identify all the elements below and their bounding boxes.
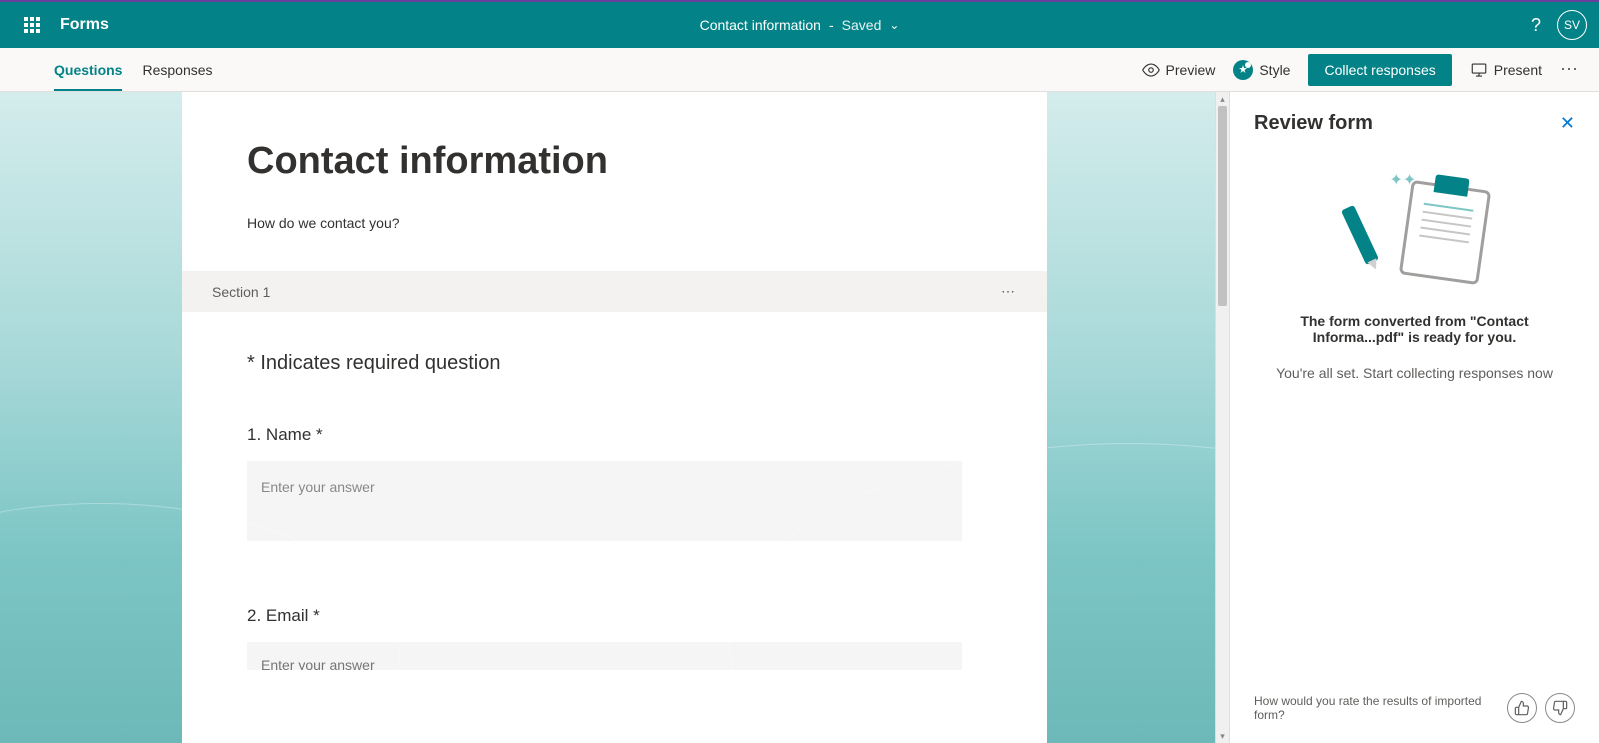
thumbs-up-button[interactable] [1507,693,1537,723]
rate-question: How would you rate the results of import… [1254,694,1499,722]
more-options-icon[interactable]: ⋯ [1560,59,1579,80]
illustration: ✦✦ [1345,175,1485,285]
present-button[interactable]: Present [1470,61,1542,79]
preview-button[interactable]: Preview [1142,61,1216,79]
section-header[interactable]: Section 1 ⋯ [182,271,1047,312]
style-label: Style [1259,62,1290,78]
scroll-thumb[interactable] [1218,106,1227,306]
present-label: Present [1494,62,1542,78]
thumbs-up-icon [1514,700,1530,716]
eye-icon [1142,61,1160,79]
chevron-down-icon[interactable]: ⌄ [889,18,899,32]
section-more-icon[interactable]: ⋯ [1001,283,1017,300]
scrollbar[interactable]: ▴ ▾ [1215,92,1229,743]
form-title-header: Contact information [700,17,821,33]
save-status: Saved [842,17,882,33]
title-bar[interactable]: Contact information - Saved ⌄ [700,17,900,33]
form-canvas: Contact information How do we contact yo… [0,92,1229,743]
collect-responses-button[interactable]: Collect responses [1308,54,1451,86]
thumbs-down-button[interactable] [1545,693,1575,723]
panel-message: The form converted from "Contact Informa… [1254,313,1575,345]
scroll-up-icon[interactable]: ▴ [1216,92,1229,106]
preview-label: Preview [1166,62,1216,78]
section-label: Section 1 [212,284,270,300]
panel-subtext: You're all set. Start collecting respons… [1254,365,1575,381]
brand-name[interactable]: Forms [60,16,109,34]
question-label: 1. Name * [247,425,982,445]
close-icon[interactable]: ✕ [1560,113,1575,134]
form-title[interactable]: Contact information [247,140,982,183]
tab-questions[interactable]: Questions [54,50,122,90]
sub-bar: Questions Responses Preview Style Collec… [0,48,1599,92]
present-icon [1470,61,1488,79]
separator: - [829,17,834,33]
thumbs-down-icon [1552,700,1568,716]
panel-title: Review form [1254,112,1373,135]
avatar[interactable]: SV [1557,10,1587,40]
form-description[interactable]: How do we contact you? [247,215,982,231]
required-note: * Indicates required question [247,352,982,375]
help-icon[interactable]: ? [1531,15,1541,36]
style-icon [1233,60,1253,80]
scroll-down-icon[interactable]: ▾ [1216,729,1229,743]
style-button[interactable]: Style [1233,60,1290,80]
app-launcher-icon[interactable] [12,1,52,49]
tab-responses[interactable]: Responses [142,50,212,90]
top-bar: Forms Contact information - Saved ⌄ ? SV [0,0,1599,48]
review-panel: Review form ✕ ✦✦ The form converted from… [1229,92,1599,743]
